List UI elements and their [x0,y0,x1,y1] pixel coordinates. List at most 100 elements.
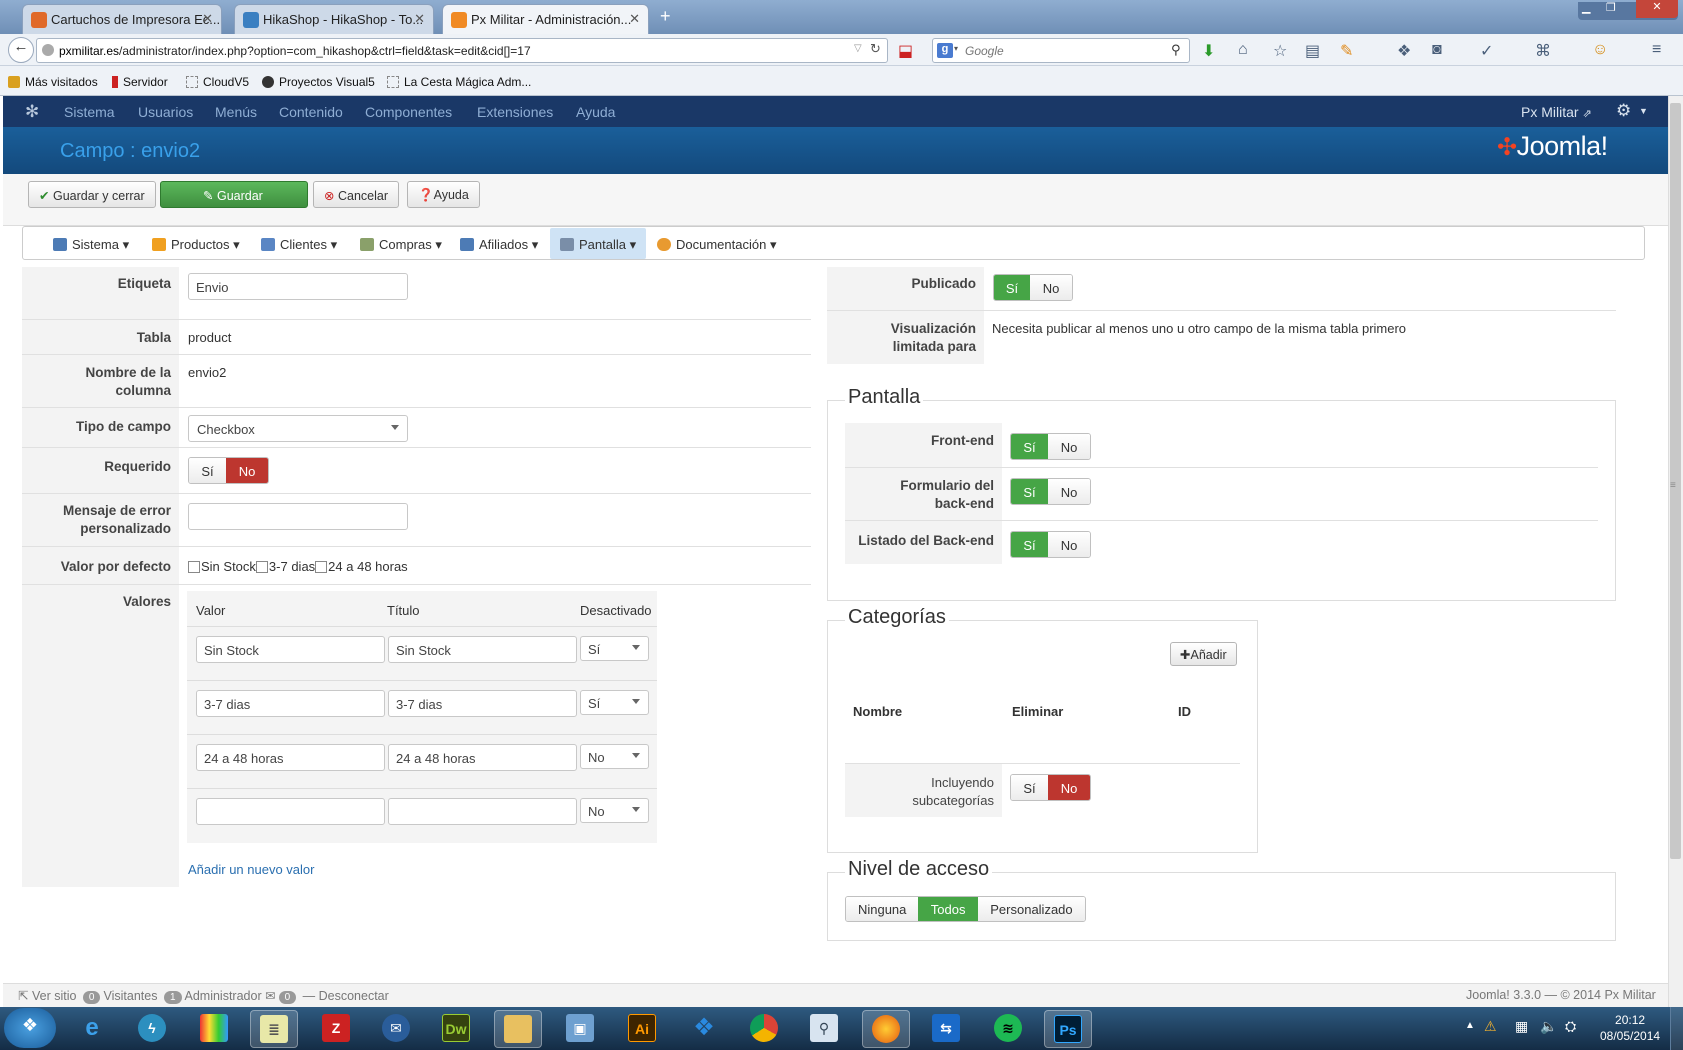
chevron-down-icon[interactable]: ▼ [1639,106,1648,116]
form-backend-toggle[interactable]: Sí No [1010,478,1091,505]
search-engine-dropdown-icon[interactable]: ▾ [954,44,958,53]
taskbar-app-spotify[interactable]: ≋ [984,1010,1032,1048]
network-icon[interactable]: ▦ [1515,1018,1528,1035]
taskbar-app-firefox[interactable] [862,1010,910,1048]
joomla-logo-icon[interactable]: ✻ [25,102,39,122]
screenshot-icon[interactable]: ◙ [1432,41,1442,59]
tray-app-icon[interactable]: ⛭ [1565,1018,1576,1035]
hikamenu-documentacion[interactable]: Documentación ▾ [657,237,776,253]
tray-expand-icon[interactable]: ▲ [1465,1020,1475,1031]
titulo-input[interactable]: 24 a 48 horas [388,744,577,771]
bookmark-item[interactable]: Proyectos Visual5 [262,75,375,89]
desactivado-select[interactable]: No [580,798,649,823]
bookmark-item[interactable]: CloudV5 [186,75,249,89]
listado-backend-toggle[interactable]: Sí No [1010,531,1091,558]
toggle-no[interactable]: No [1048,775,1090,800]
toggle-no[interactable]: No [1048,434,1090,459]
maximize-icon[interactable]: ❐ [1606,1,1616,14]
bookmarks-list-icon[interactable]: ▤ [1305,41,1320,61]
taskbar-app-filezilla[interactable]: Z [312,1010,360,1048]
close-tab-icon[interactable]: ✕ [414,11,425,27]
save-button[interactable]: ✎ Guardar [160,181,308,208]
search-input[interactable]: g ▾ Google ⚲ [932,38,1190,63]
nivel-todos-button[interactable]: Todos [918,897,978,921]
nav-sistema[interactable]: Sistema [64,104,115,120]
toggle-no[interactable]: No [1030,275,1072,300]
download-icon[interactable]: ⬇ [1202,41,1215,61]
toggle-no[interactable]: No [1048,479,1090,504]
titulo-input[interactable]: 3-7 dias [388,690,577,717]
taskbar-app-ie[interactable]: e [68,1010,116,1048]
new-tab-button[interactable]: + [660,6,671,27]
toggle-yes[interactable]: Sí [1011,479,1049,504]
nav-ayuda[interactable]: Ayuda [576,104,615,120]
settings-gear-icon[interactable]: ⚙ [1616,101,1631,121]
nav-usuarios[interactable]: Usuarios [138,104,193,120]
user-link[interactable]: Px Militar ⇗ [1521,104,1592,120]
hikamenu-pantalla[interactable]: Pantalla ▾ [550,228,647,259]
taskbar-app-notepad[interactable]: ≣ [250,1010,298,1048]
toggle-yes[interactable]: Sí [1011,532,1049,557]
frontend-toggle[interactable]: Sí No [1010,433,1091,460]
desactivado-select[interactable]: Sí [580,690,649,715]
taskbar-app-dropbox[interactable]: ❖ [680,1010,728,1048]
hikamenu-productos[interactable]: Productos ▾ [152,237,240,253]
close-tab-icon[interactable]: ✕ [629,11,640,27]
hikamenu-clientes[interactable]: Clientes ▾ [261,237,337,253]
browser-tab-active[interactable]: Px Militar - Administración... ✕ [442,4,649,34]
check-addon-icon[interactable]: ✓ [1480,41,1493,61]
addon-icon[interactable]: ⬓ [898,41,913,61]
toggle-yes[interactable]: Sí [189,458,227,483]
valor-input[interactable]: Sin Stock [196,636,385,663]
subcategorias-toggle[interactable]: Sí No [1010,774,1091,801]
taskbar-app-photoshop[interactable]: Ps [1044,1010,1092,1048]
valor-input[interactable] [196,798,385,825]
valor-input[interactable]: 3-7 dias [196,690,385,717]
taskbar-app-picasa[interactable] [190,1010,238,1048]
browser-tab[interactable]: HikaShop - HikaShop - To... ✕ [234,4,434,34]
show-desktop-button[interactable] [1670,1007,1683,1050]
browser-tab[interactable]: Cartuchos de Impresora Ec... ✕ [22,4,222,34]
nav-componentes[interactable]: Componentes [365,104,452,120]
taskbar-app-chrome[interactable] [740,1010,788,1048]
taskbar-app-remote[interactable]: ▣ [556,1010,604,1048]
publicado-toggle[interactable]: Sí No [993,274,1073,301]
close-tab-icon[interactable]: ✕ [202,11,213,27]
toggle-yes[interactable]: Sí [1011,775,1049,800]
volume-icon[interactable]: 🔈 [1540,1018,1557,1035]
checkbox[interactable] [255,561,268,573]
nivel-personalizado-button[interactable]: Personalizado [977,897,1085,921]
bookmark-item[interactable]: La Cesta Mágica Adm... [387,75,531,89]
code-addon-icon[interactable]: ⌘ [1535,41,1551,61]
logout-link[interactable]: Desconectar [319,989,389,1003]
titulo-input[interactable]: Sin Stock [388,636,577,663]
addon-icon[interactable]: ✎ [1340,41,1353,61]
checkbox[interactable] [315,561,328,573]
toggle-yes[interactable]: Sí [1011,434,1049,459]
taskbar-app-dreamweaver[interactable]: Dw [432,1010,480,1048]
tipo-campo-select[interactable]: Checkbox [188,415,408,442]
valor-input[interactable]: 24 a 48 horas [196,744,385,771]
nivel-acceso-group[interactable]: Ninguna Todos Personalizado [845,896,1086,922]
mensaje-error-input[interactable] [188,503,408,530]
taskbar-app-explorer[interactable] [494,1010,542,1048]
nav-extensiones[interactable]: Extensiones [477,104,553,120]
nivel-ninguna-button[interactable]: Ninguna [846,897,919,921]
url-bar[interactable]: pxmilitar.es/administrator/index.php?opt… [36,38,888,63]
taskbar-app-search[interactable]: ⚲ [800,1010,848,1048]
hikamenu-afiliados[interactable]: Afiliados ▾ [460,237,538,253]
nav-menus[interactable]: Menús [215,104,257,120]
taskbar-app-illustrator[interactable]: Ai [618,1010,666,1048]
requerido-toggle[interactable]: Sí No [188,457,269,484]
toggle-yes[interactable]: Sí [994,275,1031,300]
checkbox[interactable] [188,561,200,573]
taskbar-clock[interactable]: 20:12 08/05/2014 [1600,1012,1660,1044]
tray-warning-icon[interactable]: ⚠ [1484,1018,1497,1035]
taskbar-app-teamviewer[interactable]: ⇆ [922,1010,970,1048]
hikamenu-sistema[interactable]: Sistema ▾ [53,237,129,253]
addon-icon[interactable]: ❖ [1397,41,1411,61]
start-button[interactable]: ❖ [4,1008,56,1048]
toggle-no[interactable]: No [1048,532,1090,557]
toggle-no[interactable]: No [226,458,268,483]
back-button[interactable]: ← [8,37,34,63]
